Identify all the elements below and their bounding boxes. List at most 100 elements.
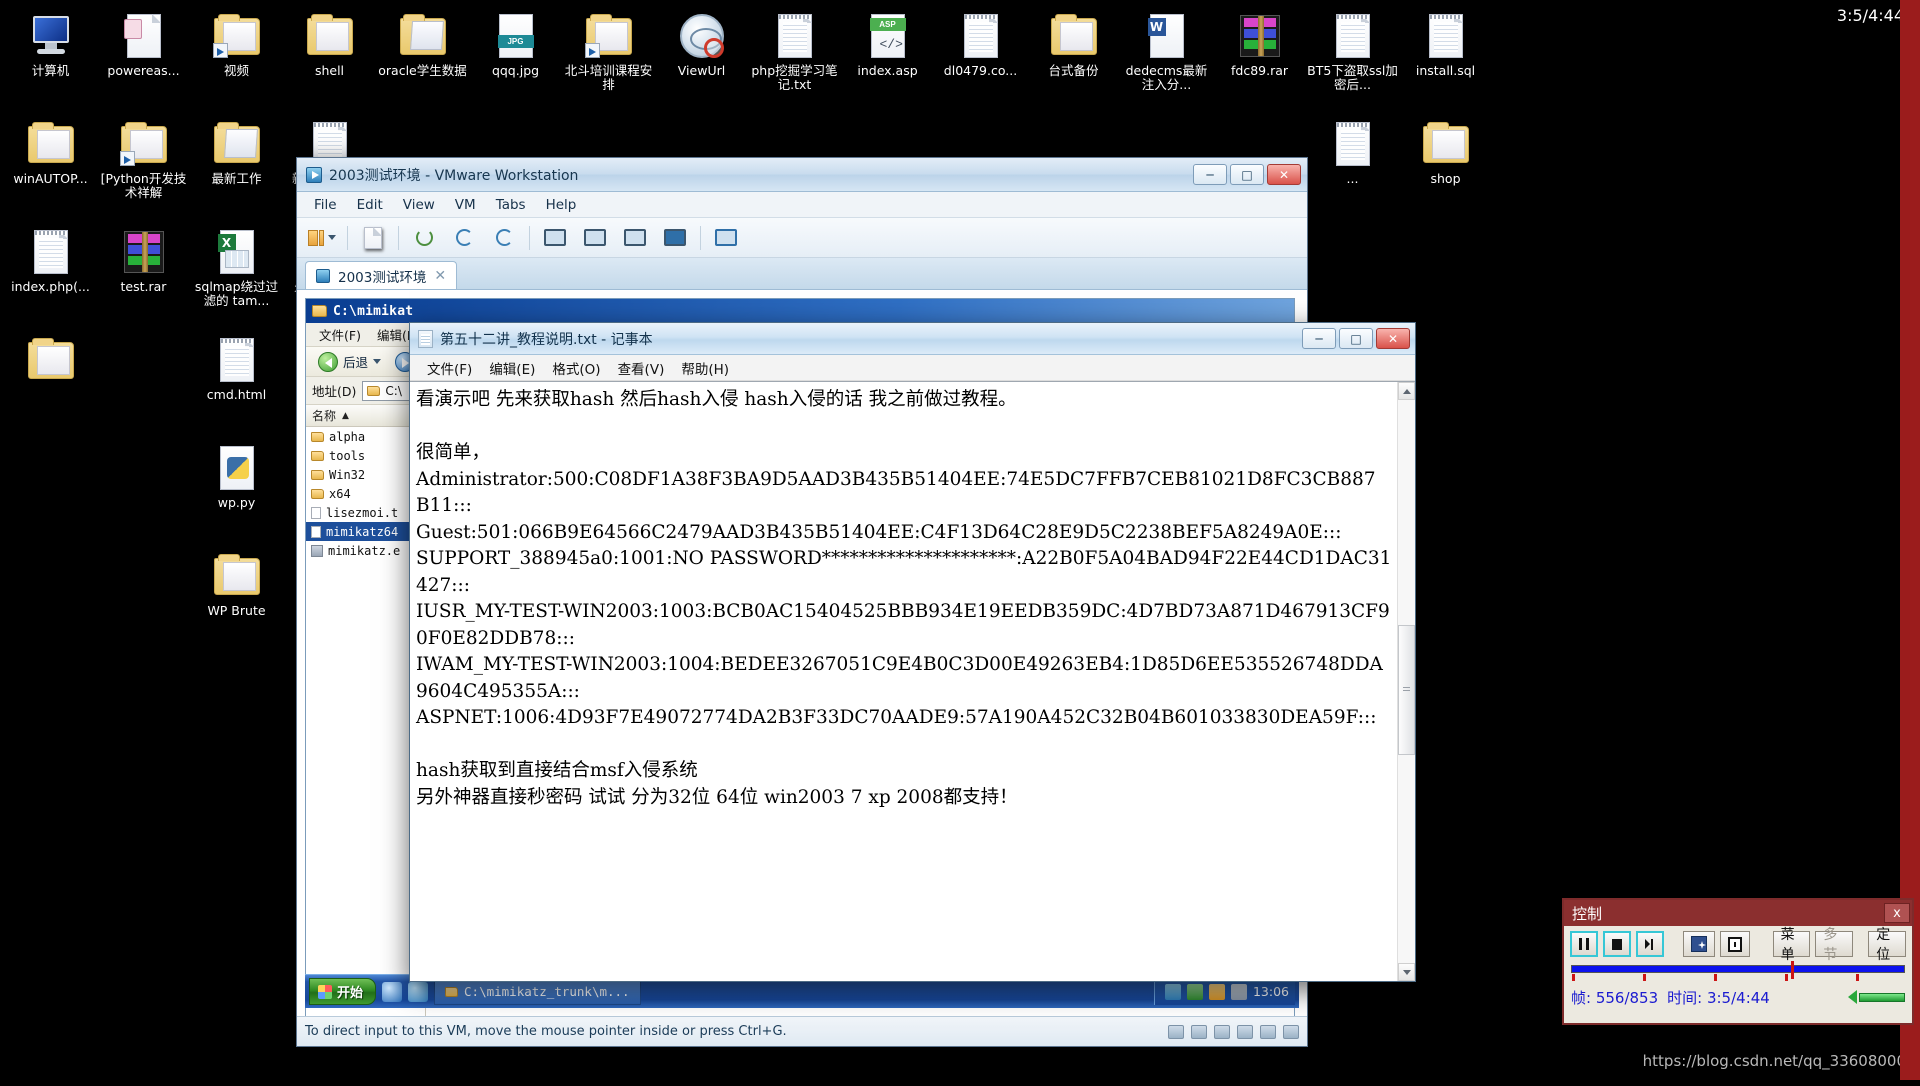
file-list[interactable]: 名称 ▲ alpha tools Win32 x64 lisezmoi.t mimikat… bbox=[306, 405, 426, 1016]
desktop-icon-13[interactable]: fdc89.rar bbox=[1213, 6, 1306, 114]
desktop-icon-9[interactable]: ASP </> index.asp bbox=[841, 6, 934, 114]
desktop-icon-6[interactable]: 北斗培训课程安排 bbox=[562, 6, 655, 114]
desktop-icon-11[interactable]: 台式备份 bbox=[1027, 6, 1120, 114]
notepad-window[interactable]: 第五十二讲_教程说明.txt - 记事本 ─ □ ✕ 文件(F) 编辑(E) 格式(… bbox=[409, 322, 1416, 982]
explorer-titlebar[interactable]: C:\mimikat bbox=[306, 299, 1294, 323]
control-button-定位[interactable]: 定位 bbox=[1868, 927, 1906, 963]
desktop[interactable]: 计算机 powereas... 视频 shell oracle学生数据 JPG qqq.jp… bbox=[0, 0, 1920, 1080]
full-screen-button[interactable] bbox=[620, 225, 650, 251]
playhead-marker[interactable] bbox=[1790, 961, 1794, 979]
tab-close-icon[interactable]: ✕ bbox=[434, 268, 446, 284]
explorer-menu-文件f[interactable]: 文件(F) bbox=[312, 323, 368, 346]
pause-button[interactable] bbox=[1570, 931, 1598, 957]
fast-forward-button[interactable] bbox=[1636, 931, 1664, 957]
desktop-icon-17[interactable]: [Python开发技术祥解 bbox=[97, 114, 190, 222]
file-list-item[interactable]: lisezmoi.t bbox=[306, 503, 425, 522]
notepad-menu-文件f[interactable]: 文件(F) bbox=[419, 355, 480, 381]
vmware-titlebar[interactable]: 2003测试环境 - VMware Workstation ─ □ ✕ bbox=[297, 158, 1307, 192]
desktop-icon-31[interactable]: shop bbox=[1399, 114, 1492, 222]
maximize-button[interactable]: □ bbox=[1230, 164, 1264, 185]
vmware-tabstrip[interactable]: 2003测试环境 ✕ bbox=[297, 258, 1307, 290]
notepad-vertical-scrollbar[interactable] bbox=[1397, 382, 1415, 981]
file-list-item[interactable]: x64 bbox=[306, 484, 425, 503]
quicklaunch-ie-icon[interactable] bbox=[382, 981, 403, 1002]
back-button[interactable]: 后退 bbox=[312, 350, 387, 374]
close-button[interactable]: ✕ bbox=[1267, 164, 1301, 185]
desktop-icon-34[interactable]: Xsqlmap绕过过滤的 tam... bbox=[190, 222, 283, 330]
show-thumbnail-button[interactable] bbox=[580, 225, 610, 251]
desktop-icon-10[interactable]: dl0479.co... bbox=[934, 6, 1027, 114]
status-sound-icon[interactable] bbox=[1237, 1024, 1253, 1039]
close-button[interactable]: ✕ bbox=[1376, 328, 1410, 349]
desktop-icon-33[interactable]: test.rar bbox=[97, 222, 190, 330]
minimize-button[interactable]: ─ bbox=[1193, 164, 1227, 185]
status-network-icon[interactable] bbox=[1191, 1024, 1207, 1039]
vmware-menu-help[interactable]: Help bbox=[537, 194, 586, 216]
vmware-menubar[interactable]: File Edit View VM Tabs Help bbox=[297, 192, 1307, 218]
vmware-menu-tabs[interactable]: Tabs bbox=[487, 194, 535, 216]
show-console-button[interactable] bbox=[540, 225, 570, 251]
column-header-name[interactable]: 名称 ▲ bbox=[306, 405, 425, 427]
tray-network-icon[interactable] bbox=[1186, 983, 1203, 1000]
status-display-icon[interactable] bbox=[1283, 1024, 1299, 1039]
notepad-body[interactable]: 看演示吧 先来获取hash 然后hash入侵 hash入侵的话 我之前做过教程。… bbox=[410, 381, 1415, 981]
progress-track[interactable] bbox=[1571, 965, 1905, 973]
control-button-菜单[interactable]: 菜单 bbox=[1772, 927, 1811, 963]
file-list-item[interactable]: mimikatz.e bbox=[306, 541, 425, 560]
notepad-text-area[interactable]: 看演示吧 先来获取hash 然后hash入侵 hash入侵的话 我之前做过教程。… bbox=[410, 382, 1397, 981]
tray-vm-icon[interactable] bbox=[1164, 983, 1181, 1000]
start-button[interactable]: 开始 bbox=[309, 978, 377, 1005]
desktop-icon-82[interactable]: WP Brute bbox=[190, 546, 283, 654]
scroll-down-button[interactable] bbox=[1398, 963, 1415, 981]
notepad-menu-查看v[interactable]: 查看(V) bbox=[610, 355, 673, 381]
quicklaunch-explorer-icon[interactable] bbox=[408, 981, 429, 1002]
vmware-menu-vm[interactable]: VM bbox=[446, 194, 485, 216]
tray-clock[interactable]: 13:06 bbox=[1253, 984, 1289, 999]
tray-shield-icon[interactable] bbox=[1208, 983, 1225, 1000]
notepad-menubar[interactable]: 文件(F) 编辑(E) 格式(O) 查看(V) 帮助(H) bbox=[410, 355, 1415, 381]
fit-screen-button[interactable] bbox=[1719, 931, 1750, 957]
status-harddisk-icon[interactable] bbox=[1168, 1024, 1184, 1039]
desktop-icon-12[interactable]: Wdedecms最新注入分... bbox=[1120, 6, 1213, 114]
control-button-row[interactable]: 菜单 多节 定位 bbox=[1564, 926, 1912, 963]
file-list-item[interactable]: alpha bbox=[306, 427, 425, 446]
snapshot-manager-button[interactable] bbox=[449, 225, 479, 251]
scrollbar-track[interactable] bbox=[1398, 400, 1415, 963]
snapshot-button[interactable] bbox=[358, 225, 388, 251]
status-usb-icon[interactable] bbox=[1214, 1024, 1230, 1039]
vmware-toolbar[interactable] bbox=[297, 218, 1307, 258]
desktop-icon-32[interactable]: index.php(... bbox=[4, 222, 97, 330]
desktop-icon-5[interactable]: JPG qqq.jpg bbox=[469, 6, 562, 114]
maximize-button[interactable]: □ bbox=[1339, 328, 1373, 349]
vmware-menu-file[interactable]: File bbox=[305, 194, 346, 216]
desktop-icon-15[interactable]: install.sql bbox=[1399, 6, 1492, 114]
scroll-up-button[interactable] bbox=[1398, 382, 1415, 400]
notepad-menu-帮助h[interactable]: 帮助(H) bbox=[673, 355, 737, 381]
volume-slider[interactable] bbox=[1859, 992, 1905, 1002]
control-titlebar[interactable]: 控制 x bbox=[1564, 900, 1912, 926]
notepad-titlebar[interactable]: 第五十二讲_教程说明.txt - 记事本 ─ □ ✕ bbox=[410, 323, 1415, 355]
desktop-icon-30[interactable]: ... bbox=[1306, 114, 1399, 222]
desktop-icon-50[interactable]: cmd.html bbox=[190, 330, 283, 438]
fit-guest-button[interactable] bbox=[711, 225, 741, 251]
minimize-button[interactable]: ─ bbox=[1302, 328, 1336, 349]
desktop-icon-2[interactable]: 视频 bbox=[190, 6, 283, 114]
status-printer-icon[interactable] bbox=[1260, 1024, 1276, 1039]
system-tray[interactable]: 13:06 bbox=[1153, 978, 1295, 1005]
manage-snapshots-button[interactable] bbox=[489, 225, 519, 251]
desktop-icon-empty[interactable] bbox=[4, 330, 97, 438]
desktop-icon-14[interactable]: BT5下盗取ssl加密后... bbox=[1306, 6, 1399, 114]
desktop-icon-66[interactable]: wp.py bbox=[190, 438, 283, 546]
close-icon[interactable]: x bbox=[1884, 903, 1910, 923]
vmware-menu-edit[interactable]: Edit bbox=[348, 194, 392, 216]
desktop-icon-4[interactable]: oracle学生数据 bbox=[376, 6, 469, 114]
unity-button[interactable] bbox=[660, 225, 690, 251]
file-list-item[interactable]: Win32 bbox=[306, 465, 425, 484]
revert-snapshot-button[interactable] bbox=[409, 225, 439, 251]
vmware-menu-view[interactable]: View bbox=[394, 194, 444, 216]
scrollbar-thumb[interactable] bbox=[1398, 625, 1415, 755]
desktop-icon-0[interactable]: 计算机 bbox=[4, 6, 97, 114]
tray-volume-icon[interactable] bbox=[1230, 983, 1247, 1000]
stop-button[interactable] bbox=[1603, 931, 1631, 957]
desktop-icon-3[interactable]: shell bbox=[283, 6, 376, 114]
